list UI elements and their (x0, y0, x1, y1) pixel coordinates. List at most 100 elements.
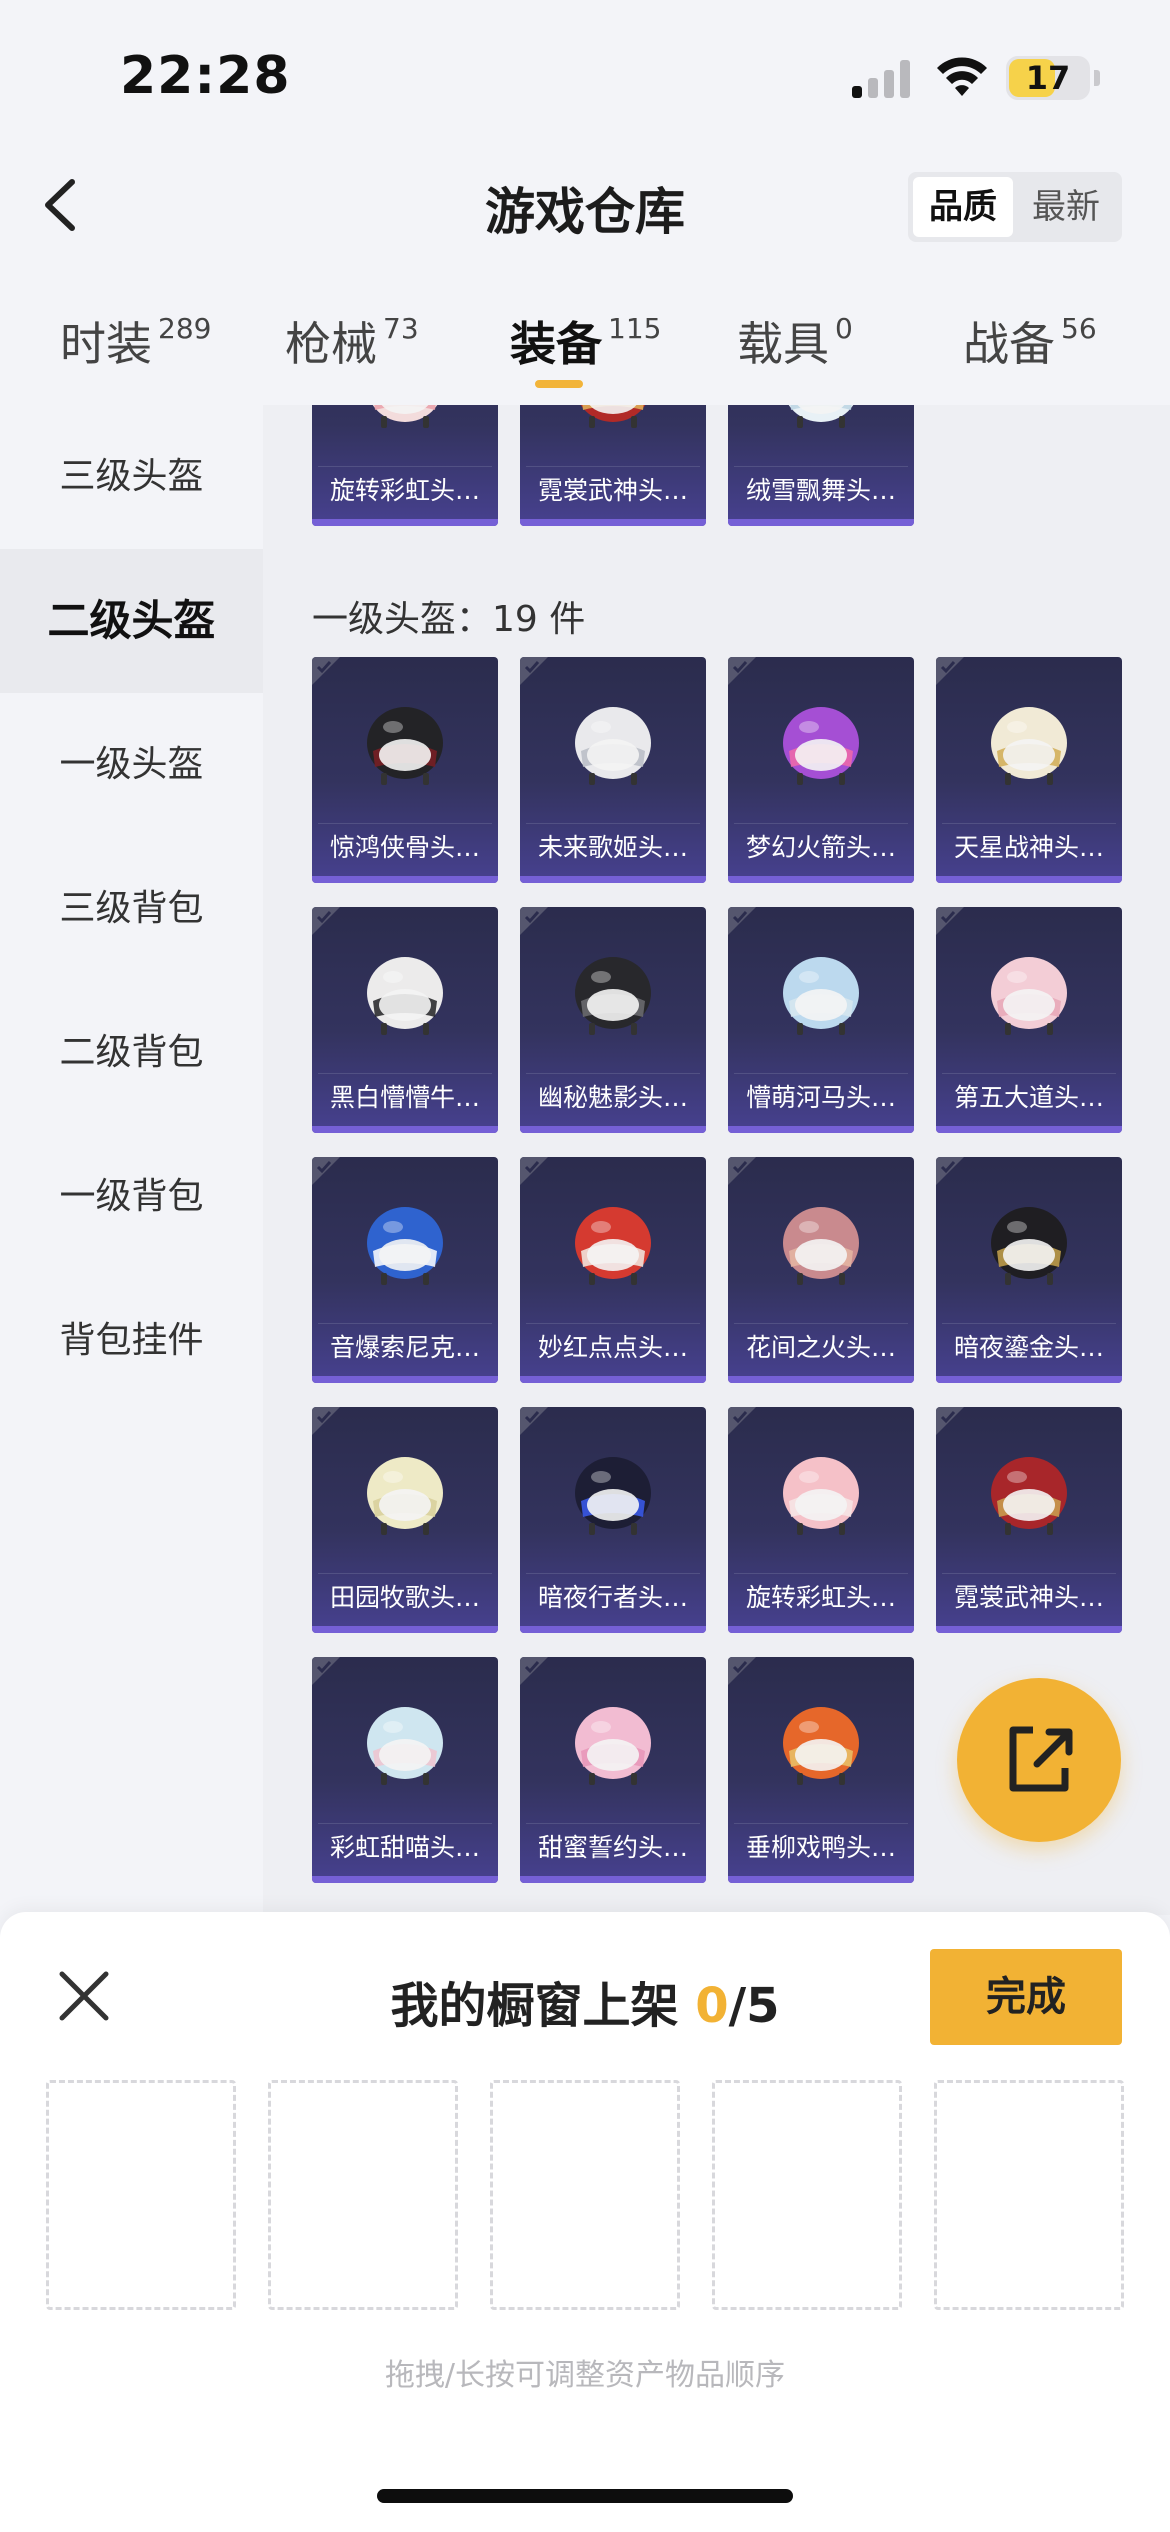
helmet-icon (575, 957, 651, 1035)
showcase-slot-4[interactable] (712, 2080, 902, 2310)
checkmark-corner-icon (520, 907, 548, 935)
sidebar-item-lv1-helmet[interactable]: 一级头盔 (0, 693, 263, 837)
sidebar-item-lv2-helmet[interactable]: 二级头盔 (0, 549, 263, 693)
checkmark-corner-icon (728, 1407, 756, 1435)
item-card[interactable]: 花间之火头… (728, 1157, 914, 1383)
item-name: 甜蜜誓约头… (526, 1823, 700, 1871)
item-card[interactable]: 旋转彩虹头… (728, 1407, 914, 1633)
showcase-slot-5[interactable] (934, 2080, 1124, 2310)
item-name: 懵萌河马头… (734, 1073, 908, 1121)
item-card[interactable]: 天星战神头… (936, 657, 1122, 883)
item-card[interactable]: 霓裳武神头… (520, 405, 706, 526)
item-card[interactable]: 音爆索尼克… (312, 1157, 498, 1383)
item-name: 暗夜鎏金头… (942, 1323, 1116, 1371)
sidebar-item-lv3-backpack[interactable]: 三级背包 (0, 837, 263, 981)
showcase-hint: 拖拽/长按可调整资产物品顺序 (384, 2358, 786, 2393)
done-button[interactable]: 完成 (930, 1949, 1122, 2045)
battery-icon: 17 (1006, 56, 1090, 100)
cellular-signal-icon (852, 58, 912, 98)
tab-fashion[interactable]: 时装 289 (60, 308, 211, 374)
showcase-slot-3[interactable] (490, 2080, 680, 2310)
section-label: 一级头盔：19 件 (312, 599, 586, 640)
item-card[interactable]: 未来歌姬头… (520, 657, 706, 883)
helmet-icon (367, 1207, 443, 1285)
sidebar-item-lv3-helmet[interactable]: 三级头盔 (0, 405, 263, 549)
tab-weapons[interactable]: 枪械 73 (285, 308, 419, 374)
item-name: 音爆索尼克… (318, 1323, 492, 1371)
item-card[interactable]: 懵萌河马头… (728, 907, 914, 1133)
item-card[interactable]: 惊鸿侠骨头… (312, 657, 498, 883)
helmet-icon (991, 707, 1067, 785)
item-name: 花间之火头… (734, 1323, 908, 1371)
helmet-icon (367, 957, 443, 1035)
tab-equipment[interactable]: 装备 115 (510, 308, 661, 374)
item-name: 霓裳武神头… (942, 1573, 1116, 1621)
battery-level: 17 (1025, 59, 1071, 97)
helmet-icon (783, 1707, 859, 1785)
item-card[interactable]: 田园牧歌头… (312, 1407, 498, 1633)
helmet-icon (991, 1207, 1067, 1285)
sort-toggle[interactable]: 品质 最新 (908, 172, 1122, 242)
status-bar: 22:28 17 (0, 0, 1170, 150)
status-time: 22:28 (120, 46, 291, 106)
item-card[interactable]: 彩虹甜喵头… (312, 1657, 498, 1883)
item-card[interactable]: 垂柳戏鸭头… (728, 1657, 914, 1883)
tab-vehicles[interactable]: 载具 0 (737, 308, 853, 374)
helmet-icon (367, 1707, 443, 1785)
helmet-icon (575, 1207, 651, 1285)
helmet-icon (580, 405, 646, 428)
checkmark-corner-icon (728, 907, 756, 935)
item-name: 梦幻火箭头… (734, 823, 908, 871)
item-card[interactable]: 暗夜鎏金头… (936, 1157, 1122, 1383)
wifi-icon (937, 57, 987, 96)
share-icon (1009, 1726, 1073, 1792)
sidebar-item-lv1-backpack[interactable]: 一级背包 (0, 1125, 263, 1269)
sort-quality-option[interactable]: 品质 (913, 177, 1013, 237)
item-card[interactable]: 霓裳武神头… (936, 1407, 1122, 1633)
checkmark-corner-icon (312, 1657, 340, 1685)
share-button[interactable] (957, 1678, 1121, 1842)
checkmark-corner-icon (520, 1657, 548, 1685)
checkmark-corner-icon (312, 1407, 340, 1435)
checkmark-corner-icon (520, 1407, 548, 1435)
showcase-slot-1[interactable] (46, 2080, 236, 2310)
helmet-icon (575, 1457, 651, 1535)
item-card[interactable]: 甜蜜誓约头… (520, 1657, 706, 1883)
home-indicator (377, 2489, 793, 2503)
checkmark-corner-icon (728, 1657, 756, 1685)
item-card[interactable]: 妙红点点头… (520, 1157, 706, 1383)
item-card[interactable]: 第五大道头… (936, 907, 1122, 1133)
tab-supplies[interactable]: 战备 56 (963, 308, 1097, 374)
item-name: 垂柳戏鸭头… (734, 1823, 908, 1871)
item-name: 妙红点点头… (526, 1323, 700, 1371)
helmet-icon (367, 707, 443, 785)
sidebar-item-backpack-charm[interactable]: 背包挂件 (0, 1269, 263, 1413)
item-name: 绒雪飘舞头… (734, 466, 908, 514)
checkmark-corner-icon (520, 657, 548, 685)
item-name: 惊鸿侠骨头… (318, 823, 492, 871)
item-card[interactable]: 幽秘魅影头… (520, 907, 706, 1133)
checkmark-corner-icon (728, 1157, 756, 1185)
item-card[interactable]: 绒雪飘舞头… (728, 405, 914, 526)
item-name: 旋转彩虹头… (318, 466, 492, 514)
checkmark-corner-icon (312, 1157, 340, 1185)
item-card[interactable]: 旋转彩虹头… (312, 405, 498, 526)
helmet-icon (575, 1707, 651, 1785)
item-card[interactable]: 梦幻火箭头… (728, 657, 914, 883)
checkmark-corner-icon (728, 657, 756, 685)
item-name: 旋转彩虹头… (734, 1573, 908, 1621)
item-name: 暗夜行者头… (526, 1573, 700, 1621)
item-card[interactable]: 暗夜行者头… (520, 1407, 706, 1633)
checkmark-corner-icon (936, 1157, 964, 1185)
showcase-slot-2[interactable] (268, 2080, 458, 2310)
sort-latest-option[interactable]: 最新 (1016, 177, 1116, 237)
subcategory-sidebar: 三级头盔 二级头盔 一级头盔 三级背包 二级背包 一级背包 背包挂件 (0, 405, 263, 1915)
checkmark-corner-icon (936, 907, 964, 935)
sidebar-item-lv2-backpack[interactable]: 二级背包 (0, 981, 263, 1125)
helmet-icon (367, 1457, 443, 1535)
item-name: 黑白懵懵牛… (318, 1073, 492, 1121)
checkmark-corner-icon (312, 907, 340, 935)
item-card[interactable]: 黑白懵懵牛… (312, 907, 498, 1133)
item-name: 幽秘魅影头… (526, 1073, 700, 1121)
helmet-icon (783, 1457, 859, 1535)
